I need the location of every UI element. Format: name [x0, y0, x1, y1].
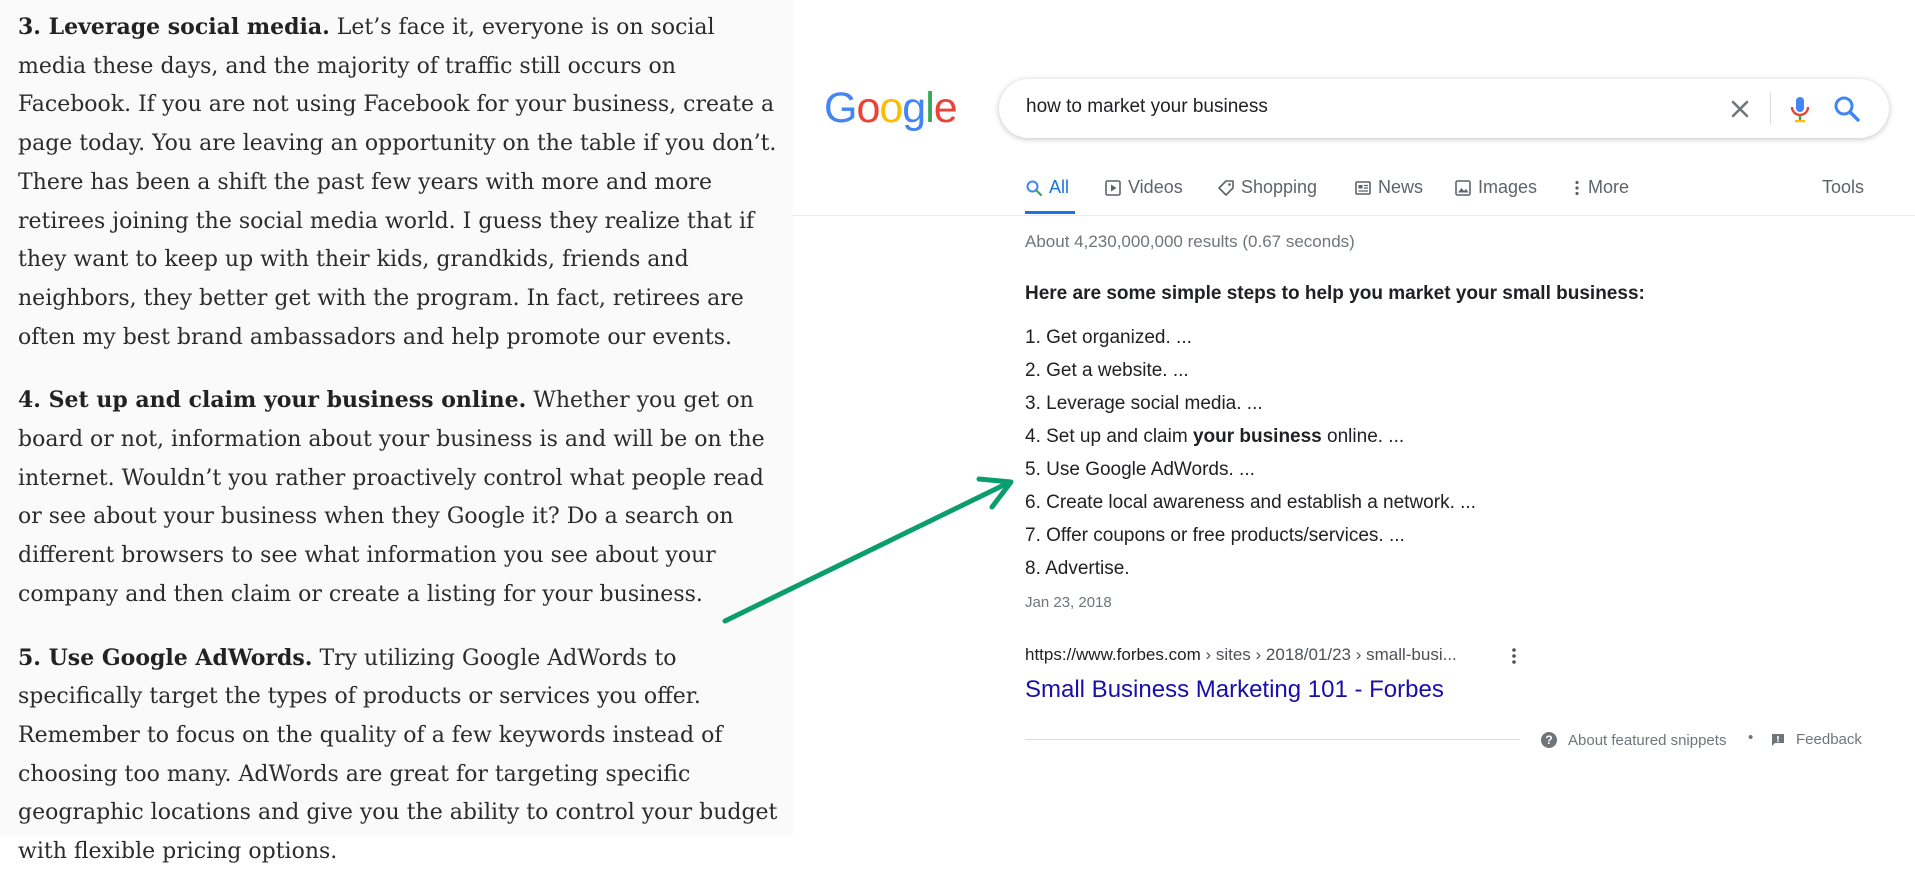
paragraph-body: Try utilizing Google AdWords to specific…	[18, 645, 778, 865]
step-number: 2.	[1025, 360, 1047, 381]
article-paragraph-3: 3. Leverage social media. Let’s face it,…	[18, 8, 783, 357]
snippet-step: 7. Offer coupons or free products/servic…	[1025, 519, 1476, 552]
result-url-path: › sites › 2018/01/23 › small-busi...	[1200, 645, 1457, 664]
tab-tools[interactable]: Tools	[1822, 177, 1864, 198]
step-number: 7.	[1025, 525, 1047, 546]
step-number: 4.	[1025, 426, 1047, 447]
logo-letter: g	[902, 84, 926, 132]
help-icon: ?	[1541, 732, 1557, 748]
vertical-dots-icon	[1575, 180, 1579, 195]
search-input[interactable]	[1026, 96, 1686, 118]
featured-snippet-list: 1. Get organized. ... 2. Get a website. .…	[1025, 321, 1476, 585]
footer-separator: •	[1748, 729, 1754, 746]
snippet-step: 1. Get organized. ...	[1025, 321, 1476, 354]
step-text: Create local awareness and establish a n…	[1046, 492, 1476, 513]
snippet-step: 4. Set up and claim your business online…	[1025, 420, 1476, 453]
tab-label: Videos	[1128, 177, 1183, 197]
result-title-link[interactable]: Small Business Marketing 101 - Forbes	[1025, 676, 1444, 704]
logo-letter: G	[824, 84, 857, 132]
logo-letter: l	[925, 84, 935, 132]
result-url[interactable]: https://www.forbes.com › sites › 2018/01…	[1025, 645, 1457, 665]
microphone-icon	[1790, 97, 1810, 123]
snippet-step: 2. Get a website. ...	[1025, 354, 1476, 387]
clear-search-button[interactable]	[1724, 93, 1756, 125]
tab-label: More	[1588, 177, 1630, 197]
search-icon	[1834, 96, 1860, 122]
featured-snippet-heading: Here are some simple steps to help you m…	[1025, 283, 1645, 304]
tab-all[interactable]: All	[1025, 177, 1069, 198]
close-icon	[1731, 100, 1749, 118]
step-text: Use Google AdWords. ...	[1046, 459, 1255, 480]
result-options-button[interactable]	[1506, 645, 1522, 672]
logo-letter: o	[856, 84, 880, 132]
step-text: Set up and claim	[1046, 426, 1193, 447]
paragraph-heading: 4. Set up and claim your business online…	[18, 387, 527, 414]
tabs-divider	[793, 215, 1915, 216]
snippet-step: 6. Create local awareness and establish …	[1025, 486, 1476, 519]
paragraph-heading: 5. Use Google AdWords.	[18, 644, 313, 671]
news-icon	[1355, 180, 1371, 195]
tab-label: Shopping	[1241, 177, 1318, 197]
article-panel: 3. Leverage social media. Let’s face it,…	[0, 0, 793, 864]
step-highlight: your business	[1192, 426, 1322, 447]
logo-letter: o	[879, 84, 903, 132]
step-text: Get organized. ...	[1046, 327, 1192, 348]
google-search-button[interactable]	[1831, 93, 1863, 125]
video-icon	[1105, 179, 1121, 196]
search-box	[999, 79, 1889, 138]
tab-label: News	[1378, 177, 1424, 197]
tab-shopping[interactable]: Shopping	[1217, 177, 1317, 198]
snippet-step: 3. Leverage social media. ...	[1025, 387, 1476, 420]
tab-label: Images	[1478, 177, 1538, 197]
step-number: 3.	[1025, 393, 1047, 414]
about-featured-snippets-label: About featured snippets	[1568, 731, 1727, 749]
step-number: 6.	[1025, 492, 1047, 513]
paragraph-heading: 3. Leverage social media.	[18, 14, 330, 40]
article-paragraph-4: 4. Set up and claim your business online…	[18, 381, 783, 614]
step-text: Get a website. ...	[1046, 360, 1189, 381]
step-text: Advertise.	[1045, 558, 1130, 579]
search-icon	[1026, 180, 1043, 196]
step-text: Leverage social media. ...	[1046, 393, 1263, 414]
tab-label: All	[1049, 177, 1070, 197]
logo-letter: e	[933, 84, 958, 132]
about-featured-snippets-link[interactable]: ? About featured snippets	[1540, 731, 1726, 749]
result-stats: About 4,230,000,000 results (0.67 second…	[1025, 232, 1355, 251]
tab-more[interactable]: More	[1572, 177, 1629, 198]
tab-images[interactable]: Images	[1454, 177, 1537, 198]
image-icon	[1455, 179, 1471, 196]
step-number: 5.	[1025, 459, 1047, 480]
feedback-icon	[1772, 733, 1784, 746]
paragraph-body: Whether you get on board or not, informa…	[18, 388, 765, 607]
step-text: Offer coupons or free products/services.…	[1046, 525, 1405, 546]
snippet-step: 8. Advertise.	[1025, 552, 1476, 585]
svg-text:?: ?	[1545, 733, 1552, 747]
step-number: 1.	[1025, 327, 1047, 348]
search-separator	[1770, 93, 1771, 125]
active-tab-indicator	[1025, 211, 1075, 214]
feedback-label: Feedback	[1796, 731, 1862, 748]
snippet-date: Jan 23, 2018	[1025, 594, 1112, 611]
tab-label: Tools	[1822, 177, 1865, 197]
paragraph-body: Let’s face it, everyone is on social med…	[18, 15, 777, 350]
step-text: online. ...	[1321, 426, 1405, 447]
snippet-step: 5. Use Google AdWords. ...	[1025, 453, 1476, 486]
voice-search-button[interactable]	[1784, 93, 1816, 125]
vertical-dots-icon	[1512, 648, 1516, 664]
tab-news[interactable]: News	[1354, 177, 1423, 198]
feedback-link[interactable]: Feedback	[1770, 731, 1862, 748]
tag-icon	[1218, 179, 1234, 196]
tab-videos[interactable]: Videos	[1104, 177, 1183, 198]
google-logo[interactable]: Google	[824, 84, 958, 133]
result-url-domain: https://www.forbes.com	[1025, 645, 1201, 664]
step-number: 8.	[1025, 558, 1046, 579]
snippet-footer-divider	[1025, 739, 1520, 740]
